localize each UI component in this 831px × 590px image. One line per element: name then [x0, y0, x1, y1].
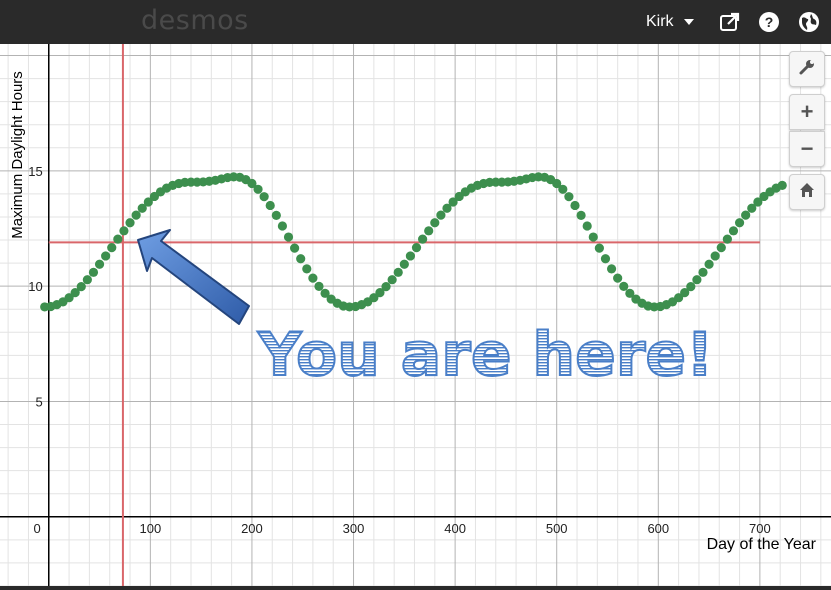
data-point: [710, 251, 720, 261]
data-point: [606, 264, 617, 274]
minus-icon: −: [800, 136, 814, 161]
data-point: [399, 259, 409, 269]
data-point: [405, 251, 416, 261]
data-point: [277, 221, 288, 231]
data-point: [296, 254, 306, 264]
y-axis-label: Maximum Daylight Hours: [9, 71, 26, 239]
data-point: [558, 184, 568, 194]
data-point: [76, 282, 86, 292]
data-point: [393, 267, 403, 277]
data-point: [716, 243, 726, 253]
y-tick-label: 5: [36, 394, 43, 409]
data-point: [302, 264, 312, 274]
share-icon[interactable]: [718, 10, 742, 34]
user-name: Kirk: [646, 13, 674, 30]
data-point: [777, 180, 787, 190]
plus-icon: +: [800, 99, 814, 124]
data-point: [253, 184, 263, 194]
zoom-out-button[interactable]: −: [789, 131, 825, 167]
x-tick-label: 200: [241, 521, 263, 536]
data-point: [704, 259, 714, 269]
y-tick-label: 10: [28, 279, 42, 294]
data-point: [411, 243, 422, 253]
data-point: [290, 243, 300, 253]
top-bar: desmos Kirk ?: [0, 0, 831, 44]
data-point: [741, 210, 751, 220]
data-point: [600, 254, 611, 264]
zoom-in-button[interactable]: +: [789, 94, 825, 130]
data-point: [271, 210, 281, 220]
data-point: [734, 218, 745, 228]
data-point: [722, 234, 732, 244]
data-point: [82, 275, 92, 285]
graph-canvas[interactable]: 0 100 200 300 400 500 600 700 5 10 15 Day of the Y…: [0, 44, 831, 586]
x-tick-label: 100: [140, 521, 162, 536]
graph-settings-button[interactable]: [789, 51, 825, 87]
help-icon[interactable]: ?: [757, 10, 781, 34]
data-point: [119, 226, 129, 236]
data-point: [424, 226, 434, 236]
data-point: [686, 282, 696, 292]
data-point: [570, 200, 580, 211]
x-tick-label: 700: [749, 521, 771, 536]
data-point: [430, 218, 440, 228]
data-point: [418, 234, 428, 244]
you-are-here-annotation: You are here!: [257, 320, 713, 390]
data-point: [101, 251, 111, 261]
svg-text:?: ?: [765, 14, 774, 30]
data-point: [283, 232, 294, 242]
pointer-arrow: [137, 229, 250, 325]
data-point: [94, 259, 105, 269]
data-point: [113, 234, 123, 244]
data-point: [692, 275, 702, 285]
x-tick-label: 600: [647, 521, 669, 536]
data-point: [619, 281, 629, 292]
y-tick-label: 15: [28, 164, 42, 179]
data-point: [387, 275, 397, 285]
x-tick-label: 300: [343, 521, 365, 536]
desmos-logo: desmos: [141, 5, 249, 36]
data-point: [613, 273, 623, 283]
graph-plot[interactable]: 0 100 200 300 400 500 600 700 5 10 15 Day of the Y…: [0, 44, 831, 586]
data-point: [436, 210, 446, 220]
data-point: [131, 210, 141, 220]
data-point: [564, 192, 574, 202]
data-point: [259, 192, 269, 202]
user-menu[interactable]: Kirk: [646, 13, 695, 31]
x-tick-label: 400: [444, 521, 466, 536]
x-tick-label: 500: [546, 521, 568, 536]
data-point: [265, 200, 275, 211]
globe-icon[interactable]: [797, 10, 821, 34]
data-point: [314, 281, 324, 292]
x-axis-label: Day of the Year: [707, 536, 817, 553]
data-point: [576, 210, 586, 220]
data-point: [308, 273, 318, 283]
data-point: [728, 226, 739, 236]
data-point: [381, 282, 391, 292]
data-point: [698, 267, 708, 277]
wrench-icon: [798, 58, 816, 81]
home-icon: [798, 181, 816, 204]
chevron-down-icon: [684, 18, 695, 25]
data-point: [594, 243, 604, 253]
default-view-button[interactable]: [789, 174, 825, 210]
data-point: [107, 243, 117, 253]
data-point: [582, 221, 592, 231]
data-point: [125, 218, 135, 228]
data-point: [88, 267, 99, 277]
bottom-bar: [0, 586, 831, 590]
x-tick-label: 0: [34, 521, 41, 536]
data-point: [588, 232, 598, 242]
